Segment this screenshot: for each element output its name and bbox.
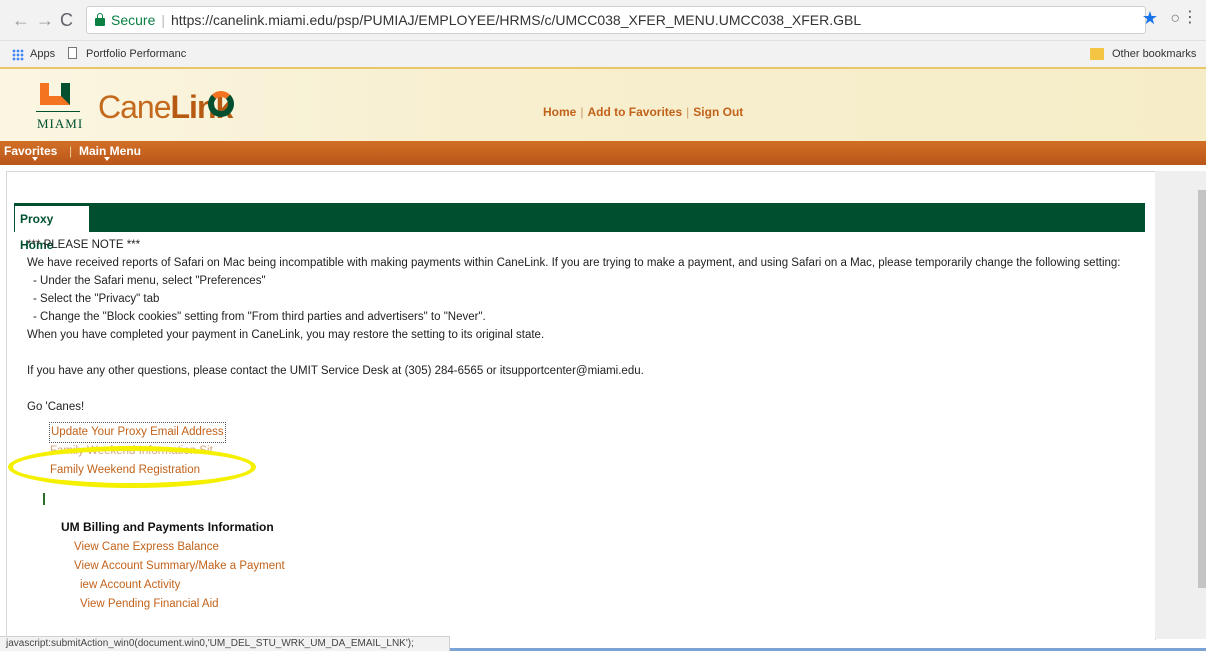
update-proxy-email-link[interactable]: Update Your Proxy Email Address bbox=[49, 422, 226, 443]
signoff-text: Go 'Canes! bbox=[27, 401, 85, 413]
notice-line: We have received reports of Safari on Ma… bbox=[27, 257, 1121, 269]
notice-step: - Select the "Privacy" tab bbox=[33, 293, 160, 305]
app-title-light: Cane bbox=[98, 89, 171, 125]
scrollbar-thumb[interactable] bbox=[1198, 190, 1206, 588]
main-menubar: Favorites | Main Menu bbox=[0, 141, 1206, 165]
reload-icon[interactable]: C bbox=[60, 10, 73, 30]
billing-heading: UM Billing and Payments Information bbox=[61, 520, 274, 534]
cane-express-balance-link[interactable]: View Cane Express Balance bbox=[74, 538, 285, 557]
text-cursor-icon bbox=[43, 493, 45, 505]
main-menu[interactable]: Main Menu bbox=[79, 144, 141, 158]
add-to-favorites-link[interactable]: Add to Favorites bbox=[587, 105, 682, 119]
canelink-swirl-icon bbox=[208, 91, 234, 117]
bookmarks-bar: Apps Portfolio Performanc Other bookmark… bbox=[0, 41, 1206, 69]
canelink-header: MIAMI CaneLink Home | Add to Favorites | Sig… bbox=[0, 69, 1206, 141]
billing-links: View Cane Express Balance View Account S… bbox=[74, 538, 285, 614]
sign-out-link[interactable]: Sign Out bbox=[693, 105, 743, 119]
browser-menu-icon[interactable]: ⋮ bbox=[1182, 8, 1198, 28]
notice-heading: *** PLEASE NOTE *** bbox=[27, 239, 141, 251]
home-link[interactable]: Home bbox=[543, 105, 576, 119]
um-logo-icon bbox=[40, 83, 70, 105]
safari-notice: *** PLEASE NOTE *** We have received rep… bbox=[27, 236, 1137, 416]
url-text: https://canelink.miami.edu/psp/PUMIAJ/EM… bbox=[171, 12, 862, 28]
contact-text: If you have any other questions, please … bbox=[27, 365, 644, 377]
account-summary-link[interactable]: View Account Summary/Make a Payment bbox=[74, 557, 285, 576]
logo-divider bbox=[36, 111, 80, 112]
notice-line: When you have completed your payment in … bbox=[27, 329, 545, 341]
favorites-menu[interactable]: Favorites bbox=[4, 144, 57, 158]
tab-strip bbox=[14, 203, 1145, 232]
favorites-caret-icon bbox=[32, 157, 38, 161]
menu-divider: | bbox=[69, 144, 73, 158]
highlight-annotation bbox=[8, 446, 256, 488]
page-icon bbox=[68, 47, 77, 59]
bookmark-other[interactable]: Other bookmarks bbox=[1112, 48, 1196, 60]
folder-icon bbox=[1090, 48, 1104, 60]
lock-icon bbox=[95, 13, 105, 26]
bookmark-portfolio[interactable]: Portfolio Performanc bbox=[86, 48, 186, 60]
notice-step: - Under the Safari menu, select "Prefere… bbox=[33, 275, 266, 287]
pending-financial-aid-link[interactable]: View Pending Financial Aid bbox=[74, 595, 285, 614]
url-divider: | bbox=[161, 12, 165, 28]
back-arrow-icon[interactable]: ← bbox=[12, 10, 30, 30]
header-links: Home | Add to Favorites | Sign Out bbox=[543, 105, 744, 119]
status-bar: javascript:submitAction_win0(document.wi… bbox=[0, 636, 450, 651]
bookmark-apps[interactable]: Apps bbox=[30, 48, 55, 60]
account-activity-link[interactable]: iew Account Activity bbox=[74, 576, 285, 595]
forward-arrow-icon[interactable]: → bbox=[36, 10, 54, 30]
main-menu-caret-icon bbox=[104, 157, 110, 161]
apps-grid-icon[interactable] bbox=[12, 49, 24, 61]
extension-icon[interactable]: ○ bbox=[1170, 9, 1180, 29]
secure-label: Secure bbox=[111, 12, 156, 28]
logo-word: MIAMI bbox=[37, 116, 84, 131]
browser-toolbar: ← → C Secure | https://canelink.miami.edu/… bbox=[0, 0, 1206, 41]
notice-step: - Change the "Block cookies" setting fro… bbox=[33, 311, 486, 323]
bookmark-star-icon[interactable]: ★ bbox=[1142, 8, 1158, 28]
tab-proxy-home[interactable]: Proxy Home bbox=[14, 205, 90, 252]
address-bar[interactable]: Secure | https://canelink.miami.edu/psp/PU… bbox=[86, 6, 1146, 34]
